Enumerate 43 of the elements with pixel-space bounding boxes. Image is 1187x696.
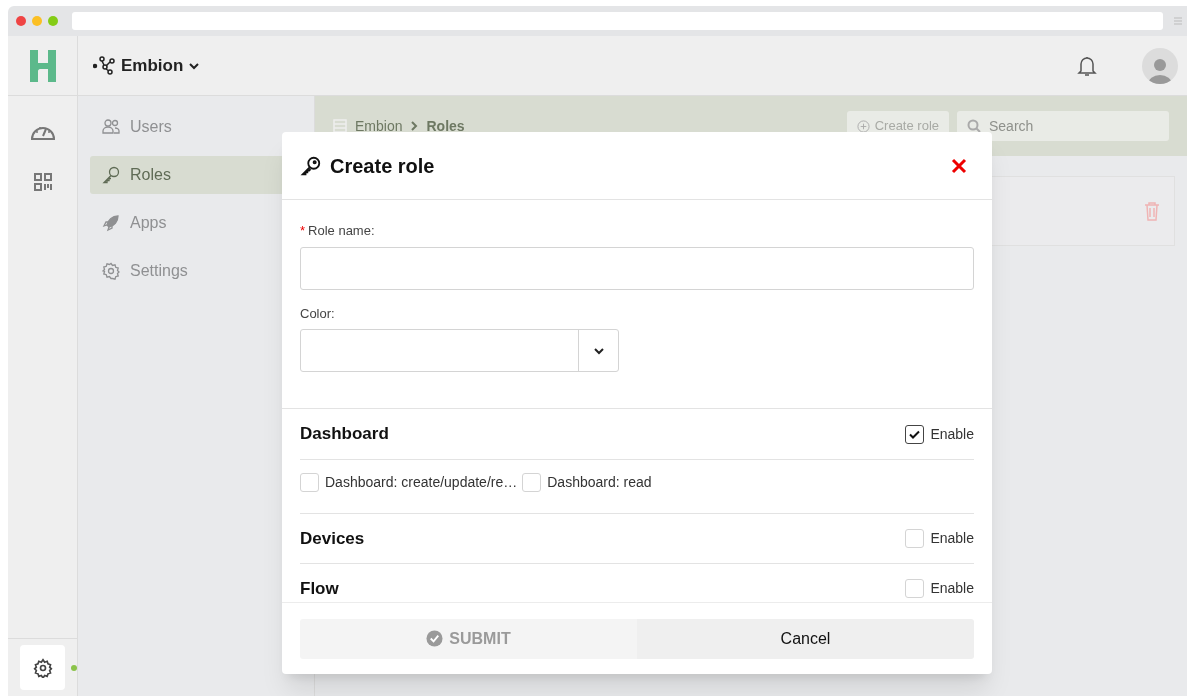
checkbox[interactable] (905, 424, 925, 444)
cancel-button[interactable]: Cancel (637, 618, 974, 659)
workspace-switcher[interactable]: Embion (93, 52, 200, 79)
search-field[interactable]: Search (957, 111, 1169, 141)
logo-icon[interactable] (29, 49, 56, 82)
key-icon (102, 166, 120, 184)
section-title: Flow (300, 577, 340, 600)
bell-icon[interactable] (1077, 54, 1097, 77)
settings-icon (32, 657, 53, 678)
chevron-right-icon (410, 121, 419, 131)
key-icon (300, 154, 322, 177)
people-icon (102, 118, 120, 136)
sidebar-item[interactable]: Settings (90, 252, 302, 290)
field-label: Role name: (308, 222, 375, 240)
permission-label[interactable]: Dashboard: create/update/re… (325, 472, 518, 493)
network-icon (93, 55, 115, 76)
rocket-icon (102, 214, 120, 232)
close-icon[interactable] (951, 157, 967, 174)
enable-label[interactable]: Enable (930, 528, 974, 549)
avatar[interactable] (1142, 47, 1178, 84)
address-bar[interactable] (72, 12, 1163, 30)
settings-button[interactable] (20, 645, 65, 690)
list-icon (333, 119, 347, 133)
checkmark-icon (909, 429, 921, 439)
sidebar-item[interactable]: Users (90, 108, 302, 146)
enable-label[interactable]: Enable (930, 423, 974, 445)
qr-code-icon[interactable] (32, 172, 53, 192)
check-circle-icon (426, 630, 444, 647)
section-title: Devices (300, 527, 366, 550)
plus-circle-icon (856, 119, 870, 133)
gear-icon (102, 262, 120, 280)
trash-icon[interactable] (1144, 201, 1160, 221)
enable-label[interactable]: Enable (930, 578, 974, 599)
color-dropdown[interactable] (300, 329, 619, 372)
search-icon (967, 119, 981, 133)
role-name-field[interactable] (300, 246, 974, 290)
field-label: Color: (300, 304, 335, 323)
chevron-down-icon (593, 346, 604, 355)
section-title: Dashboard (300, 423, 390, 446)
chevron-down-icon (189, 61, 200, 70)
permission-label[interactable]: Dashboard: read (547, 472, 652, 493)
dialog-title: Create role (330, 153, 435, 179)
required-mark: * (300, 222, 306, 240)
